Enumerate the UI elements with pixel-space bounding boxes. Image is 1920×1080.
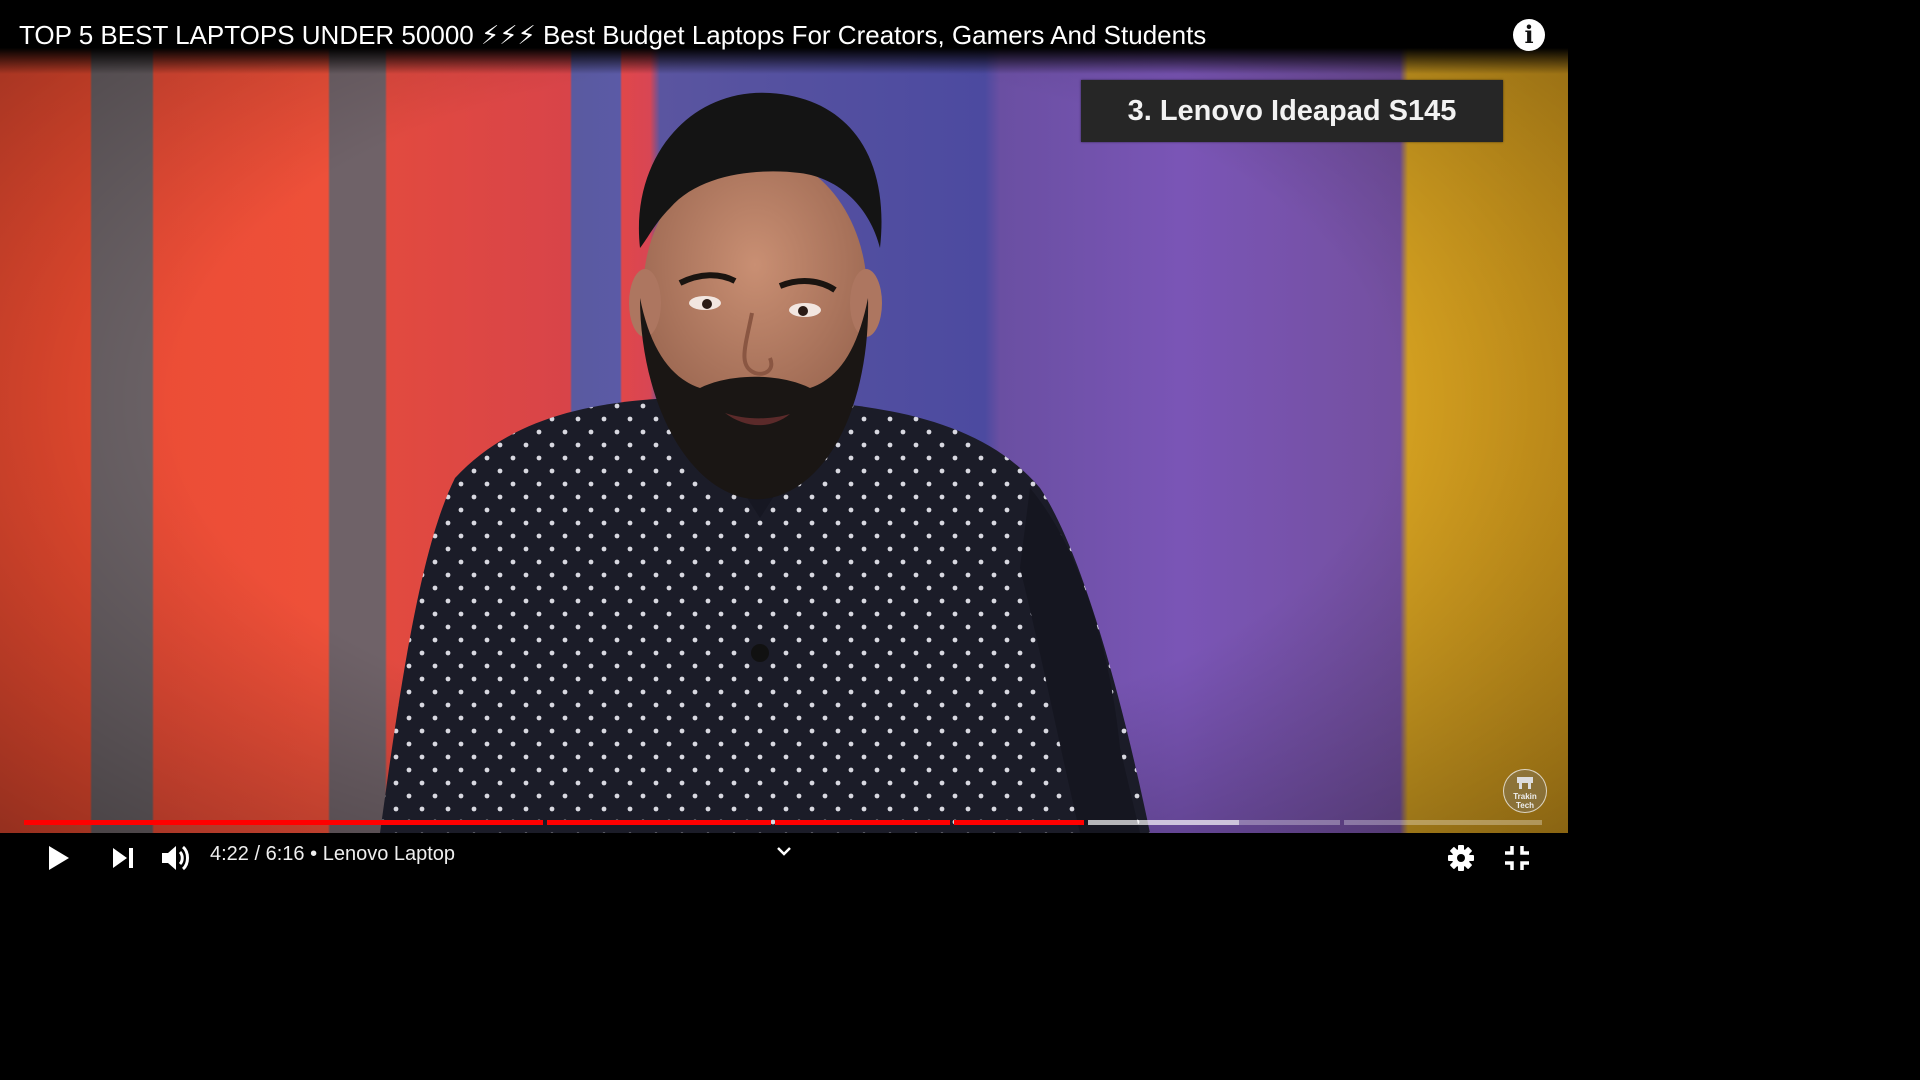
product-caption: 3. Lenovo Ideapad S145 (1081, 80, 1503, 142)
presenter-image (380, 92, 1150, 833)
play-icon (49, 845, 69, 870)
watermark-text: Trakin Tech (1513, 792, 1537, 810)
watermark-logo-icon (1517, 777, 1533, 789)
next-button[interactable] (102, 833, 144, 882)
current-time: 4:22 (210, 843, 249, 865)
control-bar: 4:22 / 6:16 • Lenovo Laptop (0, 833, 1568, 882)
chapter-played-4 (954, 820, 1084, 825)
chapter-segment-5[interactable] (1088, 820, 1340, 825)
title-bar: TOP 5 BEST LAPTOPS UNDER 50000 ⚡⚡⚡ Best … (0, 0, 1568, 74)
chapter-segment-4[interactable] (954, 820, 1084, 825)
chapter-segment-3[interactable] (775, 820, 950, 825)
next-icon (113, 847, 133, 868)
duration: 6:16 (265, 843, 305, 865)
volume-button[interactable] (154, 833, 198, 882)
volume-icon (162, 845, 189, 870)
progress-bar[interactable] (24, 820, 1542, 825)
chevron-down-icon (777, 847, 791, 856)
time-display: 4:22 / 6:16 • Lenovo Laptop (210, 833, 455, 882)
chapter-played-2 (547, 820, 771, 825)
channel-watermark[interactable]: Trakin Tech (1503, 769, 1547, 813)
chapter-title[interactable]: Lenovo Laptop (323, 843, 455, 865)
info-icon[interactable]: i (1513, 19, 1545, 51)
play-button[interactable] (38, 833, 80, 882)
video-title[interactable]: TOP 5 BEST LAPTOPS UNDER 50000 ⚡⚡⚡ Best … (19, 20, 1206, 51)
exit-fullscreen-icon (1505, 845, 1529, 870)
settings-button[interactable] (1440, 833, 1482, 882)
chapter-segment-6[interactable] (1344, 820, 1542, 825)
chapter-buffered-5 (1088, 820, 1240, 825)
video-frame[interactable]: 3. Lenovo Ideapad S145 Trakin Tech (0, 48, 1568, 833)
settings-icon (1448, 844, 1474, 871)
exit-fullscreen-button[interactable] (1496, 833, 1538, 882)
chapter-segment-2[interactable] (547, 820, 771, 825)
chapter-played-1 (24, 820, 543, 825)
chapters-toggle-button[interactable] (770, 833, 798, 869)
chapter-separator: • (310, 843, 318, 865)
time-separator: / (254, 843, 261, 865)
chapter-segment-1[interactable] (24, 820, 543, 825)
chapter-played-3 (775, 820, 950, 825)
